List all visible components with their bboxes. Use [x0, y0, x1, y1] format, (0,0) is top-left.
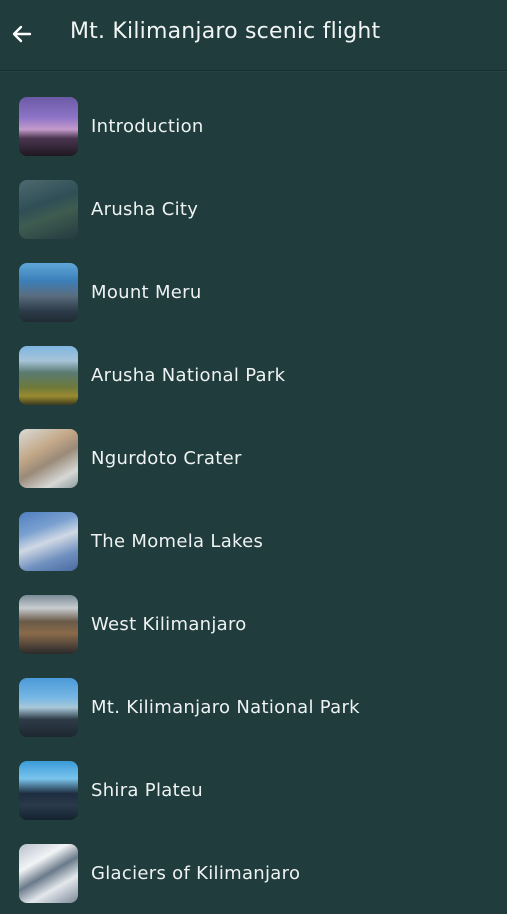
- list-item-label: Shira Plateu: [91, 780, 204, 801]
- list-item[interactable]: Glaciers of Kilimanjaro: [0, 831, 507, 914]
- list-item[interactable]: Ngurdoto Crater: [0, 416, 507, 499]
- list-item-label: Arusha National Park: [91, 365, 286, 386]
- back-button[interactable]: [6, 18, 38, 50]
- thumbnail-image: [19, 678, 78, 737]
- list-item-label: West Kilimanjaro: [91, 614, 247, 635]
- thumbnail-image: [19, 512, 78, 571]
- list-item[interactable]: Shira Plateu: [0, 748, 507, 831]
- list-item-label: Mount Meru: [91, 282, 202, 303]
- list-item-label: Arusha City: [91, 199, 199, 220]
- list-item-label: The Momela Lakes: [91, 531, 264, 552]
- thumbnail-image: [19, 346, 78, 405]
- list-item[interactable]: Mt. Kilimanjaro National Park: [0, 665, 507, 748]
- list-item[interactable]: Mount Meru: [0, 250, 507, 333]
- thumbnail-image: [19, 595, 78, 654]
- chapter-list: Introduction Arusha City Mount Meru Arus…: [0, 84, 507, 914]
- list-item[interactable]: Arusha National Park: [0, 333, 507, 416]
- list-item-label: Ngurdoto Crater: [91, 448, 242, 469]
- thumbnail-image: [19, 429, 78, 488]
- list-item[interactable]: West Kilimanjaro: [0, 582, 507, 665]
- list-item[interactable]: Introduction: [0, 84, 507, 167]
- list-item[interactable]: The Momela Lakes: [0, 499, 507, 582]
- list-item-label: Glaciers of Kilimanjaro: [91, 863, 301, 884]
- list-item-label: Introduction: [91, 116, 204, 137]
- list-item[interactable]: Arusha City: [0, 167, 507, 250]
- page-title: Mt. Kilimanjaro scenic flight: [70, 19, 381, 44]
- thumbnail-image: [19, 844, 78, 903]
- arrow-left-icon: [12, 25, 32, 43]
- thumbnail-image: [19, 180, 78, 239]
- thumbnail-image: [19, 263, 78, 322]
- thumbnail-image: [19, 97, 78, 156]
- app-header: Mt. Kilimanjaro scenic flight: [0, 0, 507, 71]
- thumbnail-image: [19, 761, 78, 820]
- list-item-label: Mt. Kilimanjaro National Park: [91, 697, 360, 718]
